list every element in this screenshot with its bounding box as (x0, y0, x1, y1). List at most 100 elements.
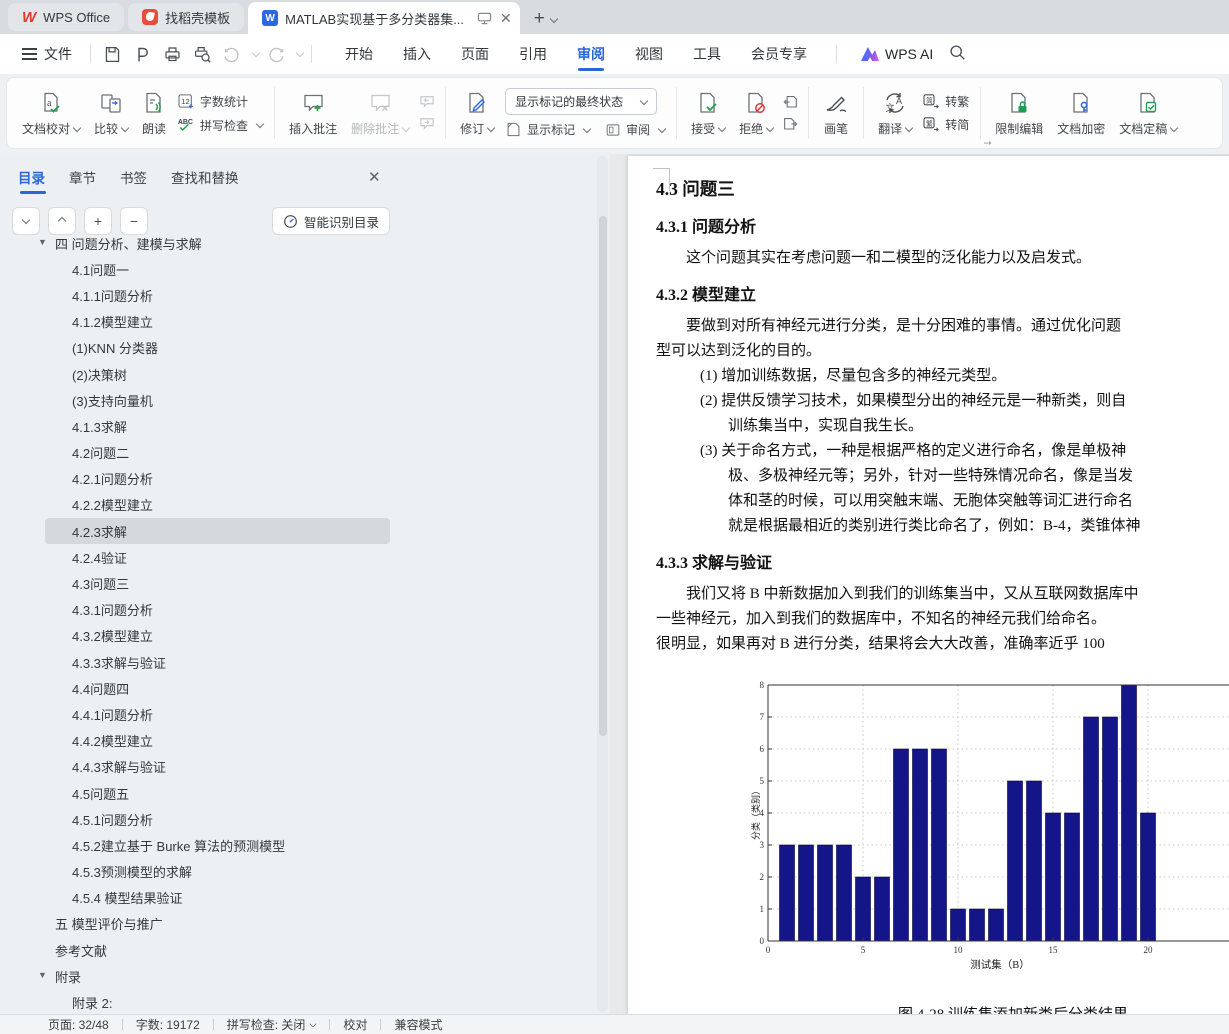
svg-text:测试集（B）: 测试集（B） (970, 958, 1030, 971)
toc-item-label: 4.2.1问题分析 (72, 472, 153, 488)
read-aloud-label: 朗读 (142, 122, 167, 136)
sidebar-close-icon[interactable]: ✕ (368, 168, 381, 186)
toc-item[interactable]: 4.1.2模型建立 (45, 309, 390, 335)
toc-item[interactable]: 五 模型评价与推广 (45, 911, 390, 937)
toc-item[interactable]: 4.2.3求解 (45, 518, 390, 545)
read-aloud-button[interactable]: 朗读 (135, 86, 173, 140)
encrypt-button[interactable]: 文档加密 (1050, 86, 1112, 140)
tab-wps-office[interactable]: W WPS Office (8, 3, 125, 31)
new-tab-icon[interactable]: + (534, 8, 545, 30)
share-screen-icon[interactable] (477, 12, 492, 25)
track-changes-button[interactable]: 修订 (453, 86, 501, 140)
toc-item[interactable]: ▼ 四 问题分析、建模与求解 (38, 230, 390, 256)
redo-button (263, 41, 289, 67)
close-tab-icon[interactable]: ✕ (500, 10, 512, 27)
print-preview-button[interactable] (189, 41, 215, 67)
export-pdf-button[interactable] (129, 41, 155, 67)
menu-item-插入[interactable]: 插入 (388, 34, 446, 74)
toc-item[interactable]: 4.2.2模型建立 (45, 492, 390, 518)
toc-item[interactable]: 4.2问题二 (45, 440, 390, 466)
toc-item[interactable]: 4.5.4 模型结果验证 (45, 885, 390, 911)
doc-proof-button[interactable]: a 文档校对 (15, 86, 87, 140)
menu-item-会员专享[interactable]: 会员专享 (736, 34, 822, 74)
insert-comment-button[interactable]: 插入批注 (282, 86, 344, 140)
tab-document[interactable]: W MATLAB实现基于多分类器集... ✕ (248, 2, 520, 34)
toc-item[interactable]: 4.2.1问题分析 (45, 466, 390, 492)
tab-docer-template[interactable]: 找稻壳模板 (128, 3, 245, 31)
toc-item[interactable]: 附录 2: (45, 989, 390, 1014)
toc-item[interactable]: 4.1.1问题分析 (45, 282, 390, 308)
menu-item-引用[interactable]: 引用 (504, 34, 562, 74)
status-proofread[interactable]: 校对 (343, 1016, 367, 1033)
markup-state-select[interactable]: 显示标记的最终状态 (505, 88, 658, 115)
sidebar-tab-书签[interactable]: 书签 (120, 167, 147, 193)
status-bar: 页面: 32/48 字数: 19172 拼写检查: 关闭 校对 兼容模式 (0, 1014, 1229, 1034)
toc-item[interactable]: 4.4.2模型建立 (45, 728, 390, 754)
toc-item[interactable]: 4.4.1问题分析 (45, 701, 390, 727)
restrict-editing-icon (1007, 89, 1031, 117)
menu-item-视图[interactable]: 视图 (620, 34, 678, 74)
doc-line: 体和茎的时候，可以用突触末端、无胞体突触等词汇进行命名 (728, 493, 1134, 509)
expand-triangle-icon[interactable]: ▼ (38, 970, 47, 980)
toc-item[interactable]: 4.3.1问题分析 (45, 597, 390, 623)
expand-triangle-icon[interactable]: ▼ (38, 237, 47, 247)
document-page[interactable]: 4.3 问题三 4.3.1 问题分析 这个问题其实在考虑问题一和二模型的泛化能力以及… (628, 156, 1229, 1014)
toc-item[interactable]: 4.3问题三 (45, 570, 390, 596)
search-icon[interactable] (949, 44, 966, 64)
menu-item-工具[interactable]: 工具 (678, 34, 736, 74)
toc-item[interactable]: ▼ 附录 (38, 963, 390, 989)
toc-item[interactable]: (1)KNN 分类器 (45, 335, 390, 361)
sidebar-tab-目录[interactable]: 目录 (18, 167, 46, 194)
traditional-to-simplified-button[interactable]: 繁 转简 (923, 116, 969, 133)
save-button[interactable] (99, 41, 125, 67)
finalize-button[interactable]: 文档定稿 (1112, 86, 1184, 140)
simplified-to-traditional-button[interactable]: 简 转繁 (923, 93, 969, 110)
toc-item[interactable]: (3)支持向量机 (45, 387, 390, 413)
toc-item[interactable]: 4.1.3求解 (45, 413, 390, 439)
read-aloud-icon (142, 89, 166, 117)
sidebar-tab-章节[interactable]: 章节 (69, 167, 96, 193)
menu-item-开始[interactable]: 开始 (330, 34, 388, 74)
accept-button[interactable]: 接受 (684, 86, 732, 140)
menu-item-页面[interactable]: 页面 (446, 34, 504, 74)
toc-item[interactable]: 4.2.4验证 (45, 544, 390, 570)
translate-button[interactable]: 文A 翻译 (871, 86, 919, 140)
toc-item[interactable]: 4.5.1问题分析 (45, 806, 390, 832)
print-button[interactable] (159, 41, 185, 67)
review-pane-button[interactable]: 审阅 (605, 121, 667, 138)
spell-check-button[interactable]: ABC 拼写检查 (177, 116, 265, 134)
previous-change-icon[interactable] (783, 95, 798, 109)
word-count-icon: 12 (178, 94, 194, 109)
toc-item[interactable]: 4.4问题四 (45, 675, 390, 701)
menu-item-审阅[interactable]: 审阅 (562, 34, 620, 74)
show-markup-button[interactable]: 显示标记 (505, 121, 592, 138)
toc-item[interactable]: 参考文献 (45, 937, 390, 963)
toc-item[interactable]: 4.1问题一 (45, 256, 390, 282)
toc-item[interactable]: 4.3.2模型建立 (45, 623, 390, 649)
status-compat-mode[interactable]: 兼容模式 (394, 1016, 442, 1033)
status-page[interactable]: 页面: 32/48 (48, 1016, 109, 1033)
doc-line: 就是根据最相近的类别进行类比命名了，例如：B-4，类锥体神 (728, 518, 1141, 534)
next-change-icon[interactable] (783, 117, 798, 131)
toc-item[interactable]: 4.5.3预测模型的求解 (45, 859, 390, 885)
toc-item[interactable]: 4.5问题五 (45, 780, 390, 806)
toc-item[interactable]: (2)决策树 (45, 361, 390, 387)
status-spell-check[interactable]: 拼写检查: 关闭 (227, 1016, 317, 1033)
file-menu[interactable]: 文件 (12, 44, 82, 64)
restrict-editing-button[interactable]: 限制编辑 (988, 86, 1050, 140)
sidebar-scrollbar[interactable] (597, 156, 608, 1012)
bar-chart: 0123456780 5 10 15 20测试集（B）分类（类别） (750, 680, 1229, 971)
reject-button[interactable]: 拒绝 (732, 86, 780, 140)
pen-button[interactable]: 画笔 (816, 86, 856, 140)
sidebar-tab-查找和替换[interactable]: 查找和替换 (171, 167, 239, 193)
toc-item[interactable]: 4.4.3求解与验证 (45, 754, 390, 780)
toc-item[interactable]: 4.5.2建立基于 Burke 算法的预测模型 (45, 832, 390, 858)
status-word-count[interactable]: 字数: 19172 (136, 1016, 200, 1033)
sidebar-scrollbar-thumb[interactable] (598, 216, 607, 736)
wps-ai-button[interactable]: WPS AI (861, 46, 933, 62)
word-count-button[interactable]: 12 字数统计 (177, 92, 263, 110)
toc-item-label: 4.3问题三 (72, 577, 130, 593)
compare-button[interactable]: 比较 (87, 86, 135, 140)
toc-item[interactable]: 4.3.3求解与验证 (45, 649, 390, 675)
tab-list-chevron-icon[interactable] (549, 14, 559, 24)
